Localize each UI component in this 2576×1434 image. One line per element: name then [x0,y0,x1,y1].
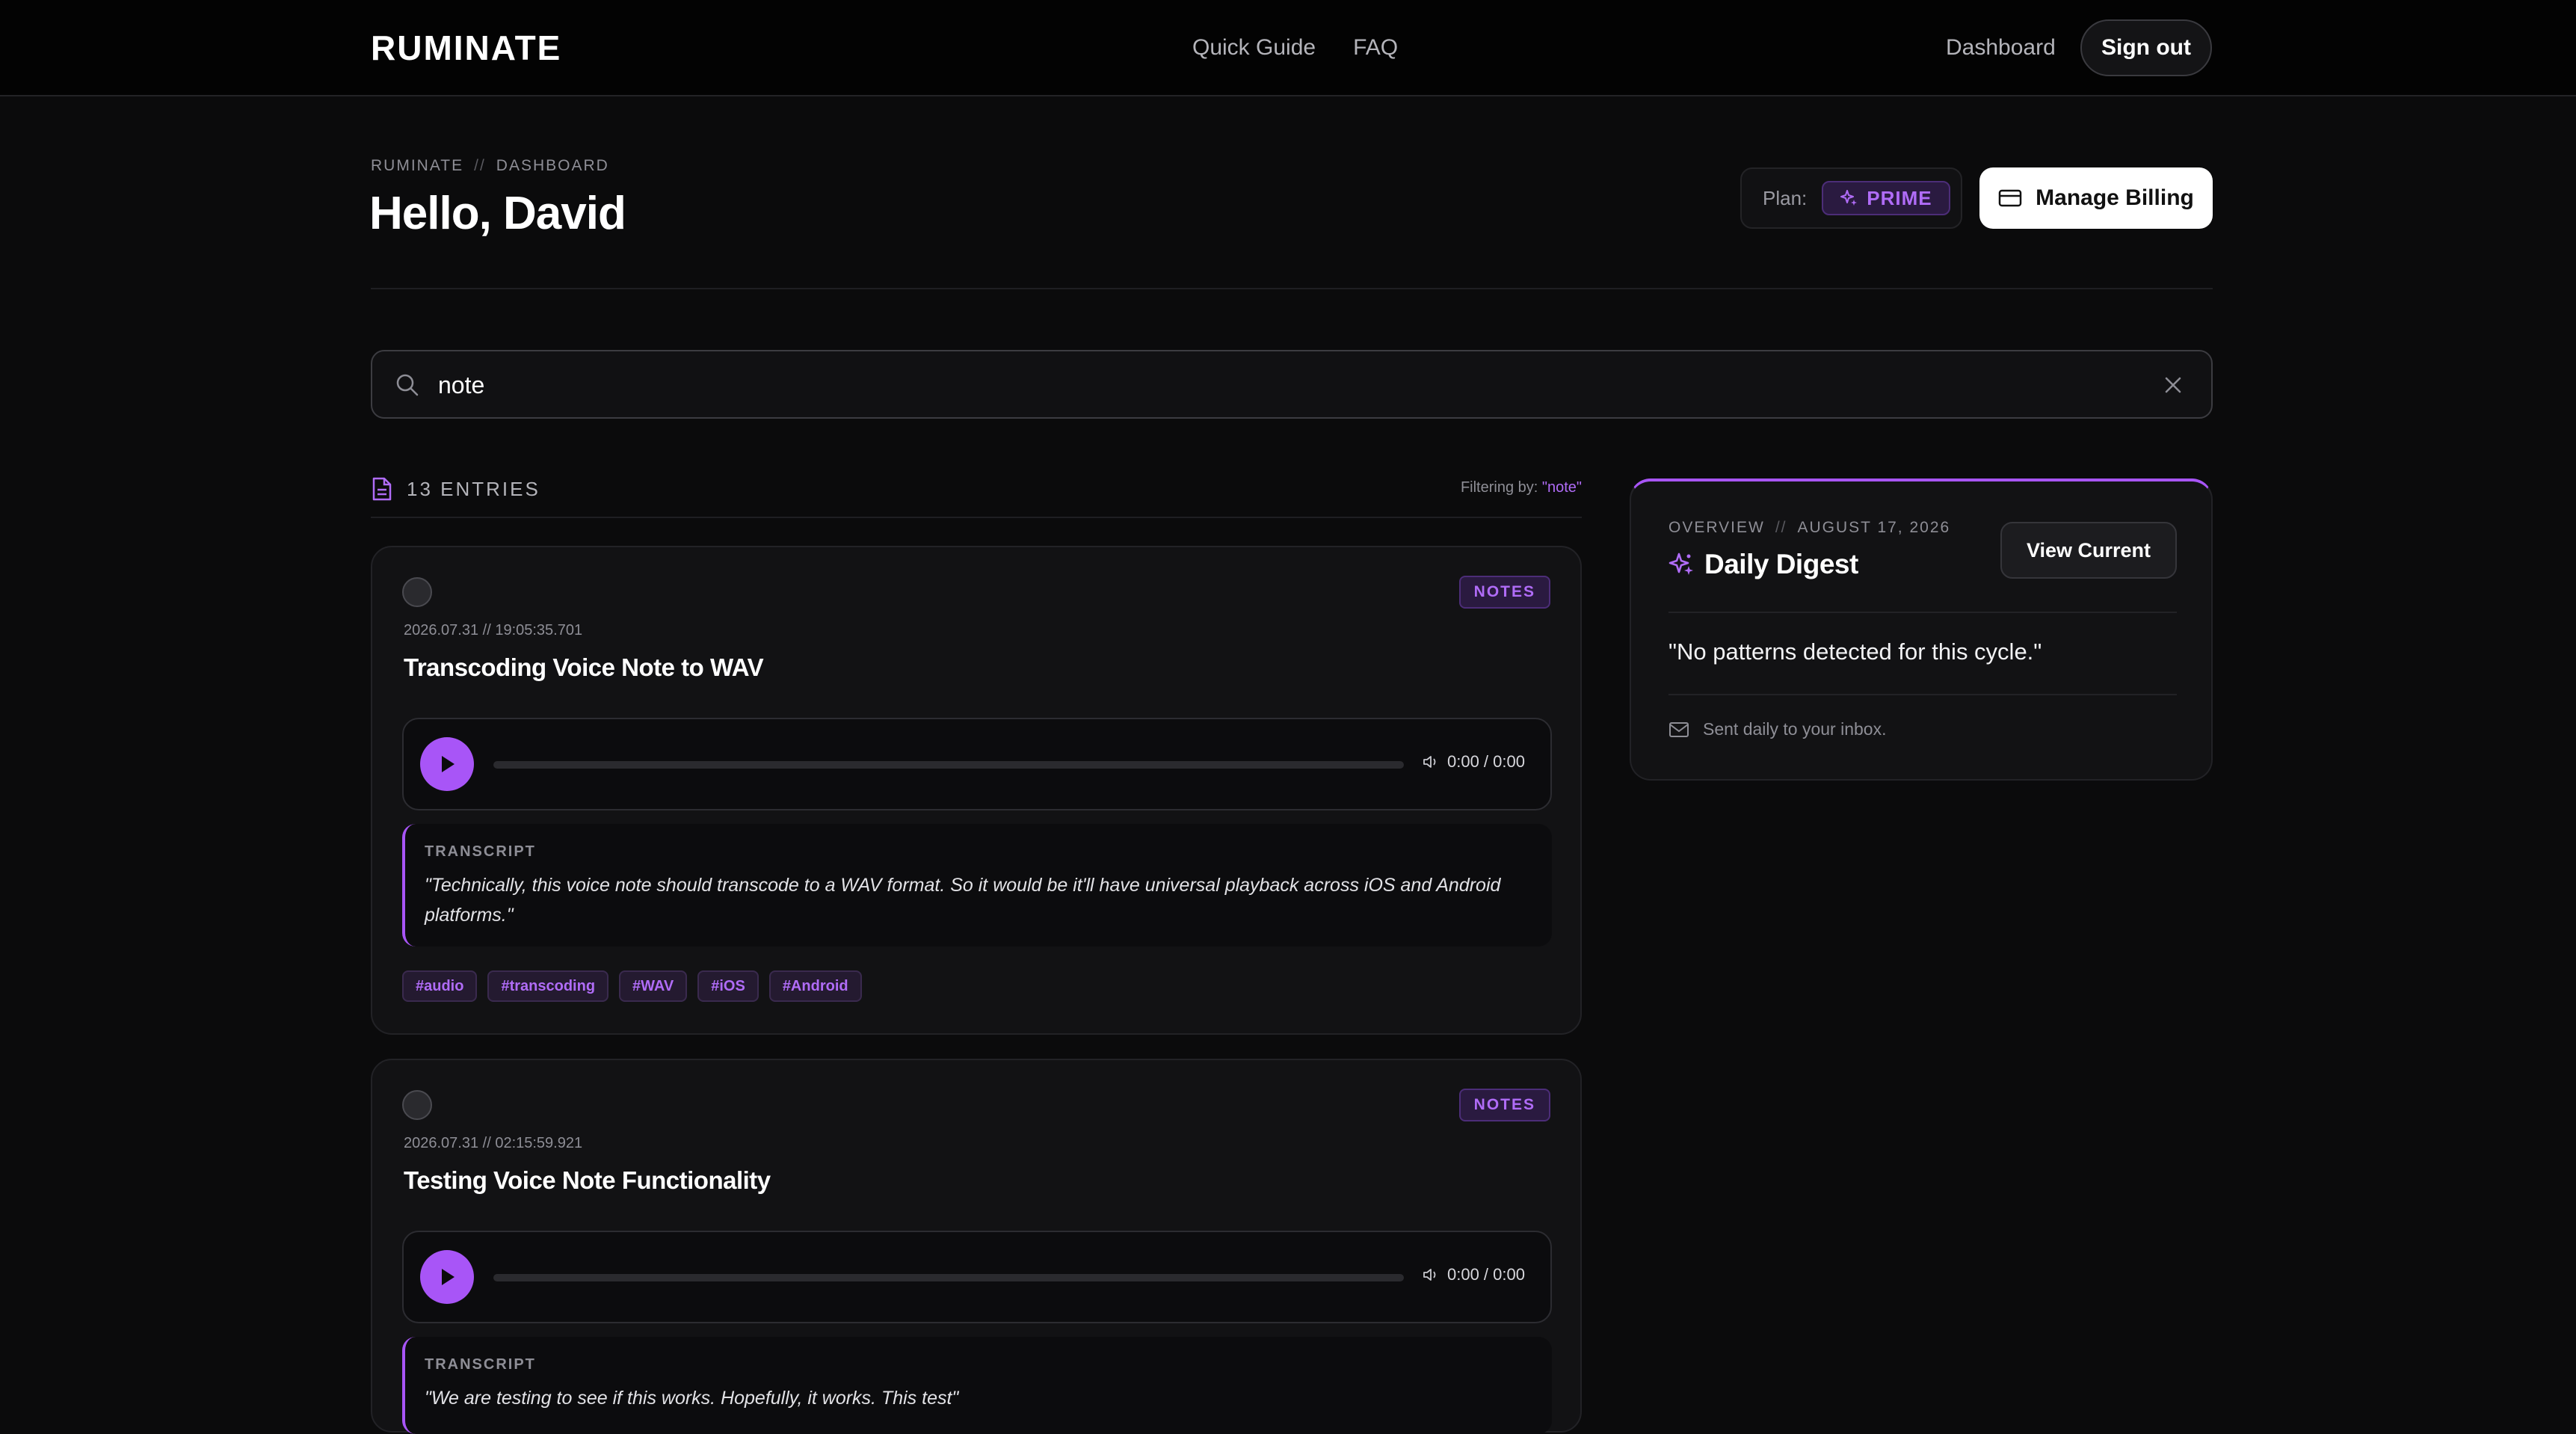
transcript-text: "Technically, this voice note should tra… [425,875,1501,926]
manage-billing-button[interactable]: Manage Billing [1979,167,2213,229]
entry-select-checkbox[interactable] [402,577,432,607]
clear-search-icon[interactable] [2162,374,2184,396]
digest-date: AUGUST 17, 2026 [1797,519,1951,536]
audio-progress-track[interactable] [493,761,1404,769]
audio-time-text: 0:00 / 0:00 [1447,1265,1525,1284]
play-icon [442,756,455,772]
entry-card: NOTES 2026.07.31 // 02:15:59.921 Testing… [371,1059,1582,1434]
breadcrumb-separator: // [474,157,486,174]
transcript-label: TRANSCRIPT [425,843,536,860]
transcript-block: TRANSCRIPT "Technically, this voice note… [402,824,1552,947]
nav-dashboard[interactable]: Dashboard [1946,30,2056,66]
audio-player: 0:00 / 0:00 [402,1231,1552,1323]
document-icon [372,477,392,501]
main-nav: Quick Guide FAQ [1192,30,1398,66]
tag[interactable]: #audio [402,970,478,1002]
filter-prefix: Filtering by: [1460,479,1538,496]
audio-progress-track[interactable] [493,1274,1404,1281]
play-button[interactable] [420,1250,474,1304]
volume-icon[interactable] [1422,1267,1440,1283]
manage-billing-label: Manage Billing [2036,185,2194,210]
digest-footer: Sent daily to your inbox. [1668,719,1886,739]
entry-timestamp: 2026.07.31 // 19:05:35.701 [404,622,583,638]
filter-query: "note" [1541,479,1582,496]
filter-indicator: Filtering by: "note" [1461,479,1582,496]
entry-title[interactable]: Testing Voice Note Functionality [404,1166,771,1195]
logo[interactable]: RUMINATE [371,27,561,69]
page-title: Hello, David [369,188,626,239]
mail-icon [1669,721,1689,737]
audio-time-text: 0:00 / 0:00 [1447,752,1525,771]
divider [1668,612,2177,613]
divider [371,288,2213,289]
credit-card-icon [1998,189,2022,207]
digest-overview-label: OVERVIEW [1668,519,1765,536]
digest-title-text: Daily Digest [1704,549,1858,579]
view-current-button[interactable]: View Current [2000,522,2177,579]
search-bar [371,350,2213,419]
entries-count: 13 ENTRIES [407,478,540,500]
sparkle-icon [1668,553,1693,575]
nav-quick-guide[interactable]: Quick Guide [1192,30,1316,66]
tag[interactable]: #Android [768,970,862,1002]
category-badge: NOTES [1458,1089,1550,1121]
audio-time: 0:00 / 0:00 [1422,752,1525,772]
entry-title[interactable]: Transcoding Voice Note to WAV [404,653,764,682]
breadcrumb-current: DASHBOARD [496,157,609,174]
sign-out-button[interactable]: Sign out [2080,19,2212,76]
plan-indicator: Plan: PRIME [1740,167,1962,229]
volume-icon[interactable] [1422,754,1440,770]
search-input[interactable] [438,366,2083,404]
tag[interactable]: #iOS [697,970,759,1002]
entry-select-checkbox[interactable] [402,1090,432,1120]
category-badge: NOTES [1458,576,1550,609]
entry-card: NOTES 2026.07.31 // 19:05:35.701 Transco… [371,546,1582,1035]
tag[interactable]: #WAV [619,970,688,1002]
digest-separator: // [1775,519,1787,536]
transcript-text: "We are testing to see if this works. Ho… [425,1388,959,1409]
plan-badge: PRIME [1822,181,1950,215]
audio-player: 0:00 / 0:00 [402,718,1552,810]
entries-header: 13 ENTRIES Filtering by: "note" [371,473,1582,518]
daily-digest-panel: OVERVIEW // AUGUST 17, 2026 Daily Digest V… [1630,478,2213,781]
audio-time: 0:00 / 0:00 [1422,1265,1525,1284]
plan-name: PRIME [1867,186,1932,209]
digest-footer-text: Sent daily to your inbox. [1703,719,1887,739]
breadcrumb-root[interactable]: RUMINATE [371,157,463,174]
divider [1668,694,2177,695]
breadcrumb: RUMINATE // DASHBOARD [371,157,609,175]
play-icon [442,1269,455,1285]
nav-faq[interactable]: FAQ [1353,30,1398,66]
transcript-block: TRANSCRIPT "We are testing to see if thi… [402,1337,1552,1434]
digest-summary: "No patterns detected for this cycle." [1668,638,2042,665]
sparkle-icon [1840,190,1858,206]
digest-title: Daily Digest [1668,549,1858,580]
top-bar: RUMINATE Quick Guide FAQ Dashboard Sign … [0,0,2576,96]
plan-label: Plan: [1763,186,1808,209]
play-button[interactable] [420,737,474,791]
tag-list: #audio #transcoding #WAV #iOS #Android [402,970,862,1002]
search-icon [396,374,419,396]
tag[interactable]: #transcoding [487,970,609,1002]
entry-timestamp: 2026.07.31 // 02:15:59.921 [404,1135,583,1151]
digest-overview-line: OVERVIEW // AUGUST 17, 2026 [1668,519,1950,537]
transcript-label: TRANSCRIPT [425,1356,536,1373]
